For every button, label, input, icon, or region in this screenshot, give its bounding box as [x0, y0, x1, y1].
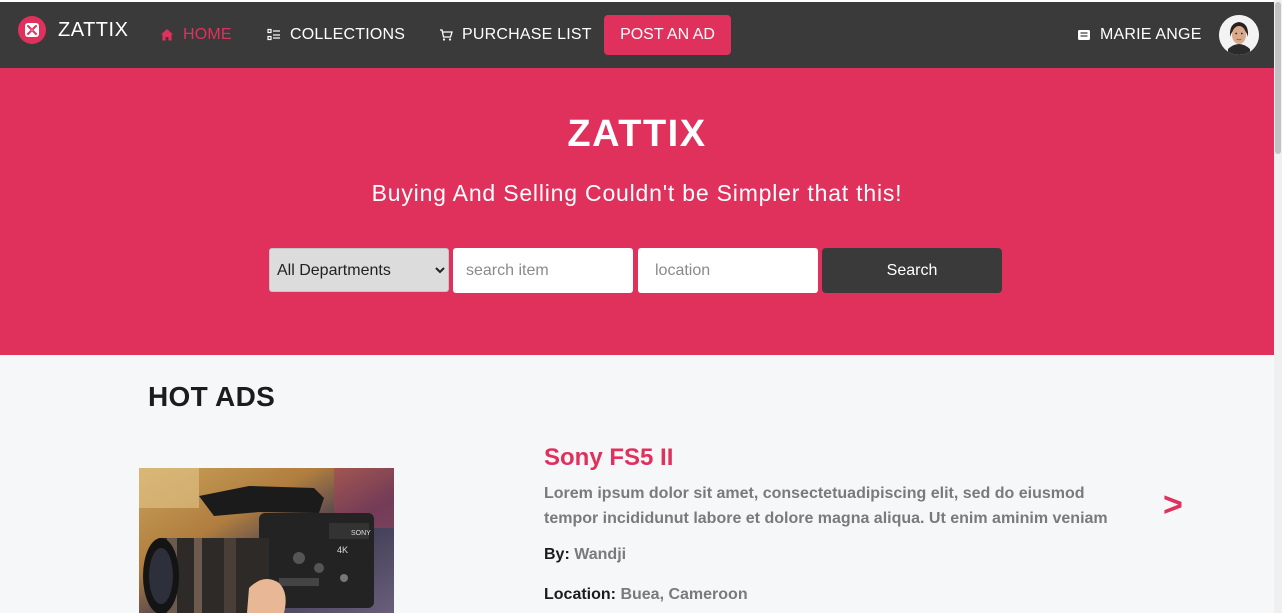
search-item-input[interactable] — [453, 248, 633, 293]
camera-photo: SONY 4K — [139, 468, 394, 613]
home-icon — [160, 28, 174, 42]
svg-text:4K: 4K — [337, 545, 348, 555]
avatar[interactable] — [1219, 15, 1259, 55]
ad-title[interactable]: Sony FS5 II — [544, 444, 673, 472]
inbox-icon — [1077, 28, 1091, 42]
hero-title: ZATTIX — [567, 113, 707, 155]
hero-subtitle: Buying And Selling Couldn't be Simpler t… — [371, 180, 903, 206]
location-input[interactable] — [638, 248, 818, 293]
cart-icon — [439, 28, 453, 42]
next-ad-arrow[interactable]: > — [1163, 486, 1183, 525]
ad-description: Lorem ipsum dolor sit amet, consectetuad… — [544, 485, 1108, 527]
section-title: HOT ADS — [148, 381, 276, 412]
hero-banner: ZATTIX Buying And Selling Couldn't be Si… — [0, 68, 1274, 355]
brand[interactable]: ZATTIX — [18, 16, 128, 44]
ad-author: By: Wandji — [544, 546, 627, 563]
post-ad-button[interactable]: POST AN AD — [604, 15, 731, 55]
brand-logo-icon — [18, 16, 46, 44]
nav-collections-label: COLLECTIONS — [290, 26, 406, 43]
ad-author-value: Wandji — [574, 546, 627, 563]
page-scrollbar[interactable] — [1274, 0, 1282, 613]
ad-location-label: Location — [544, 586, 611, 603]
ad-author-label: By — [544, 546, 565, 563]
nav-purchase-list[interactable]: PURCHASE LIST — [439, 18, 592, 52]
ad-location: Location: Buea, Cameroon — [544, 586, 748, 603]
nav-home[interactable]: HOME — [160, 18, 232, 52]
search-button[interactable]: Search — [822, 248, 1002, 293]
department-select[interactable]: All Departments — [269, 248, 449, 292]
svg-text:SONY: SONY — [351, 530, 371, 537]
brand-name: ZATTIX — [58, 18, 129, 41]
user-name: MARIE ANGE — [1100, 26, 1202, 43]
nav-user[interactable]: MARIE ANGE — [1077, 18, 1202, 52]
top-navbar: ZATTIX HOME COLLECTIONS PURCHASE LIST PO… — [0, 0, 1274, 68]
ad-image[interactable]: SONY 4K — [139, 468, 394, 613]
ad-location-value: Buea, Cameroon — [620, 586, 748, 603]
scrollbar-thumb[interactable] — [1275, 2, 1281, 154]
list-icon — [267, 28, 281, 42]
nav-purchase-list-label: PURCHASE LIST — [462, 26, 592, 43]
nav-home-label: HOME — [183, 26, 232, 43]
nav-collections[interactable]: COLLECTIONS — [267, 18, 405, 52]
